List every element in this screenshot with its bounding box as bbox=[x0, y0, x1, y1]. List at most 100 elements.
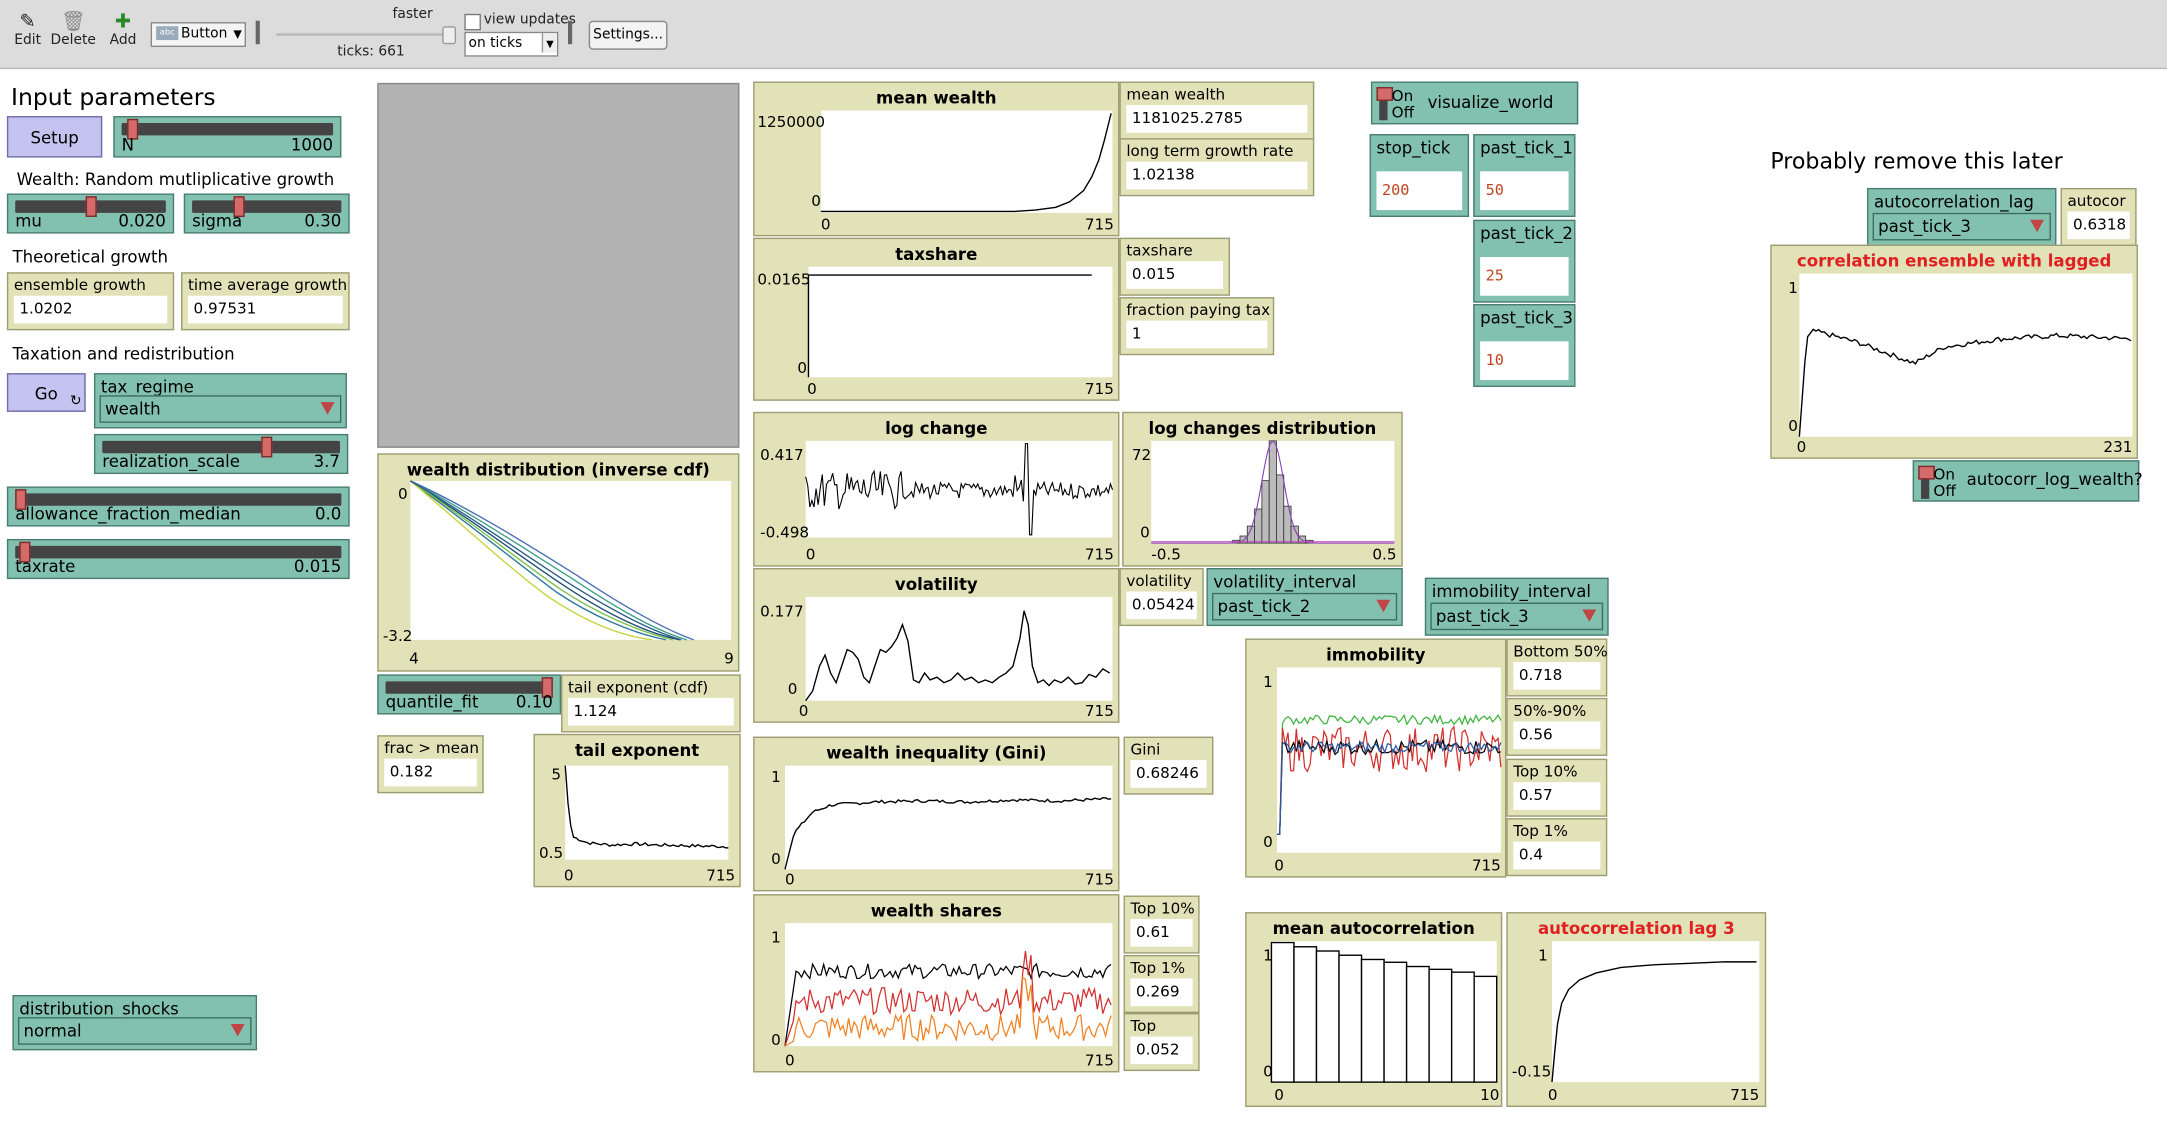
y-min-label: 0 bbox=[771, 1030, 781, 1049]
input-field[interactable]: 10 bbox=[1480, 341, 1569, 381]
setup-button[interactable]: Setup bbox=[6, 116, 103, 158]
plot-wealth-shares: wealth shares 1 0 0 715 bbox=[753, 894, 1120, 1073]
monitor-value: 0.269 bbox=[1130, 978, 1193, 1007]
chooser-volatility-interval[interactable]: volatility_interval past_tick_2 bbox=[1206, 568, 1403, 627]
plot-title: mean wealth bbox=[876, 88, 997, 108]
go-button[interactable]: Go ↻ bbox=[6, 373, 86, 412]
monitor-gini: Gini 0.68246 bbox=[1123, 736, 1214, 795]
go-label: Go bbox=[34, 384, 58, 404]
monitor-label: time average growth bbox=[187, 276, 348, 295]
x-min-label: 4 bbox=[409, 649, 419, 668]
y-min-label: 0 bbox=[1263, 833, 1273, 852]
slider-sigma[interactable]: sigma 0.30 bbox=[183, 193, 350, 234]
chooser-value-box[interactable]: normal bbox=[17, 1017, 252, 1045]
widget-type-select[interactable]: abc Button ▼ bbox=[150, 22, 246, 47]
autocorrelation-bar bbox=[1473, 975, 1498, 1083]
chooser-value-box[interactable]: past_tick_2 bbox=[1212, 592, 1398, 621]
slider-N[interactable]: N 1000 bbox=[113, 116, 342, 158]
world-view[interactable] bbox=[377, 82, 740, 448]
plot-title: mean autocorrelation bbox=[1272, 919, 1475, 939]
slider-knob[interactable] bbox=[260, 436, 272, 458]
chooser-label: distribution_shocks bbox=[19, 999, 179, 1019]
input-stop-tick[interactable]: stop_tick 200 bbox=[1369, 134, 1470, 217]
y-min-label: 0 bbox=[811, 192, 821, 211]
monitor-long-term-growth: long term growth rate 1.02138 bbox=[1119, 138, 1315, 197]
monitor-value: 0.05424 bbox=[1126, 591, 1197, 620]
chooser-label: immobility_interval bbox=[1431, 581, 1592, 602]
delete-label: Delete bbox=[50, 33, 96, 49]
monitor-50-90: 50%-90% 0.56 bbox=[1506, 697, 1608, 756]
dropdown-triangle-icon bbox=[230, 1024, 245, 1037]
plot-tail-exponent: tail exponent 5 0.5 0 715 bbox=[533, 733, 741, 888]
chooser-value-box[interactable]: past_tick_3 bbox=[1430, 602, 1604, 631]
plot-title: wealth shares bbox=[870, 901, 1002, 921]
slider-label: mu bbox=[15, 211, 42, 231]
switch-visualize-world[interactable]: On Off visualize_world bbox=[1370, 81, 1579, 125]
x-max-label: 10 bbox=[1480, 1086, 1500, 1105]
input-past-tick-2[interactable]: past_tick_2 25 bbox=[1473, 219, 1576, 303]
speed-slider-knob[interactable] bbox=[442, 26, 457, 45]
plot-area bbox=[564, 765, 729, 860]
autocorrelation-bar bbox=[1383, 961, 1408, 1083]
monitor-value: 0.015 bbox=[1126, 261, 1224, 289]
slider-track[interactable] bbox=[121, 122, 334, 136]
switch-autocorr-log-wealth[interactable]: On Off autocorr_log_wealth? bbox=[1912, 460, 2143, 502]
y-max-label: 1 bbox=[1263, 946, 1273, 965]
note-remove-later: Probably remove this later bbox=[1770, 147, 2063, 175]
plus-icon: ✚ bbox=[114, 11, 132, 34]
view-updates-label: view updates bbox=[483, 12, 576, 28]
slider-taxrate[interactable]: taxrate 0.015 bbox=[6, 538, 350, 580]
x-min-label: 0 bbox=[1274, 856, 1284, 875]
delete-button[interactable]: 🗑 Delete bbox=[46, 11, 101, 48]
switch-toggle[interactable]: On Off bbox=[1918, 465, 1956, 502]
input-field[interactable]: 50 bbox=[1480, 171, 1569, 211]
switch-knob[interactable] bbox=[1918, 465, 1935, 480]
slider-realization-scale[interactable]: realization_scale 3.7 bbox=[93, 433, 349, 475]
plot-volatility: volatility 0.177 0 0 715 bbox=[753, 568, 1120, 723]
settings-button[interactable]: Settings... bbox=[588, 20, 668, 50]
y-max-label: 1 bbox=[1538, 946, 1548, 965]
add-label: Add bbox=[109, 33, 137, 49]
monitor-value: 0.56 bbox=[1513, 721, 1601, 750]
slider-mu[interactable]: mu 0.020 bbox=[6, 193, 175, 234]
monitor-value: 1181025.2785 bbox=[1126, 105, 1308, 133]
add-button[interactable]: ✚ Add bbox=[95, 11, 150, 48]
y-min-label: 0 bbox=[1263, 1062, 1273, 1081]
gini-line bbox=[784, 796, 1112, 870]
chooser-value-box[interactable]: past_tick_3 bbox=[1872, 212, 2051, 241]
input-label: past_tick_3 bbox=[1480, 308, 1573, 328]
chevron-down-icon: ▼ bbox=[233, 27, 242, 41]
speed-slider-track[interactable] bbox=[276, 33, 454, 36]
chooser-tax-regime[interactable]: tax_regime wealth bbox=[93, 373, 347, 429]
mean-wealth-line bbox=[820, 113, 1112, 213]
chooser-distribution-shocks[interactable]: distribution_shocks normal bbox=[12, 995, 258, 1051]
switch-toggle[interactable]: On Off bbox=[1376, 87, 1414, 123]
update-mode-select[interactable]: on ticks ▼ bbox=[464, 31, 559, 57]
input-field[interactable]: 200 bbox=[1376, 171, 1463, 211]
input-field[interactable]: 25 bbox=[1480, 257, 1569, 296]
plot-area bbox=[805, 597, 1113, 702]
slider-value: 0.0 bbox=[314, 504, 342, 524]
y-max-label: 5 bbox=[551, 765, 562, 784]
autocorrelation-bar bbox=[1360, 958, 1385, 1083]
chooser-value-box[interactable]: wealth bbox=[99, 395, 342, 423]
plot-area bbox=[410, 480, 732, 641]
switch-knob[interactable] bbox=[1376, 87, 1394, 101]
input-past-tick-3[interactable]: past_tick_3 10 bbox=[1473, 304, 1576, 387]
chooser-autocorrelation-lag[interactable]: autocorrelation_lag past_tick_3 bbox=[1867, 187, 2057, 246]
chooser-immobility-interval[interactable]: immobility_interval past_tick_3 bbox=[1424, 577, 1609, 636]
monitor-label: 50%-90% bbox=[1513, 702, 1587, 721]
view-updates-checkbox[interactable] bbox=[464, 13, 481, 31]
slider-knob[interactable] bbox=[84, 196, 97, 217]
plot-taxshare: taxshare 0.0165 0 0 715 bbox=[753, 237, 1120, 401]
slider-allowance-fraction-median[interactable]: allowance_fraction_median 0.0 bbox=[6, 486, 350, 527]
monitor-taxshare: taxshare 0.015 bbox=[1119, 237, 1230, 296]
x-max-label: 715 bbox=[1084, 702, 1114, 721]
x-max-label: 715 bbox=[1084, 380, 1114, 399]
chooser-label: volatility_interval bbox=[1213, 572, 1357, 592]
input-past-tick-1[interactable]: past_tick_1 50 bbox=[1473, 134, 1576, 217]
slider-label: taxrate bbox=[15, 556, 76, 577]
slider-quantile-fit[interactable]: quantile_fit 0.10 bbox=[377, 674, 562, 715]
monitor-frac-mean: frac > mean 0.182 bbox=[377, 735, 484, 794]
plot-area bbox=[1151, 440, 1395, 544]
